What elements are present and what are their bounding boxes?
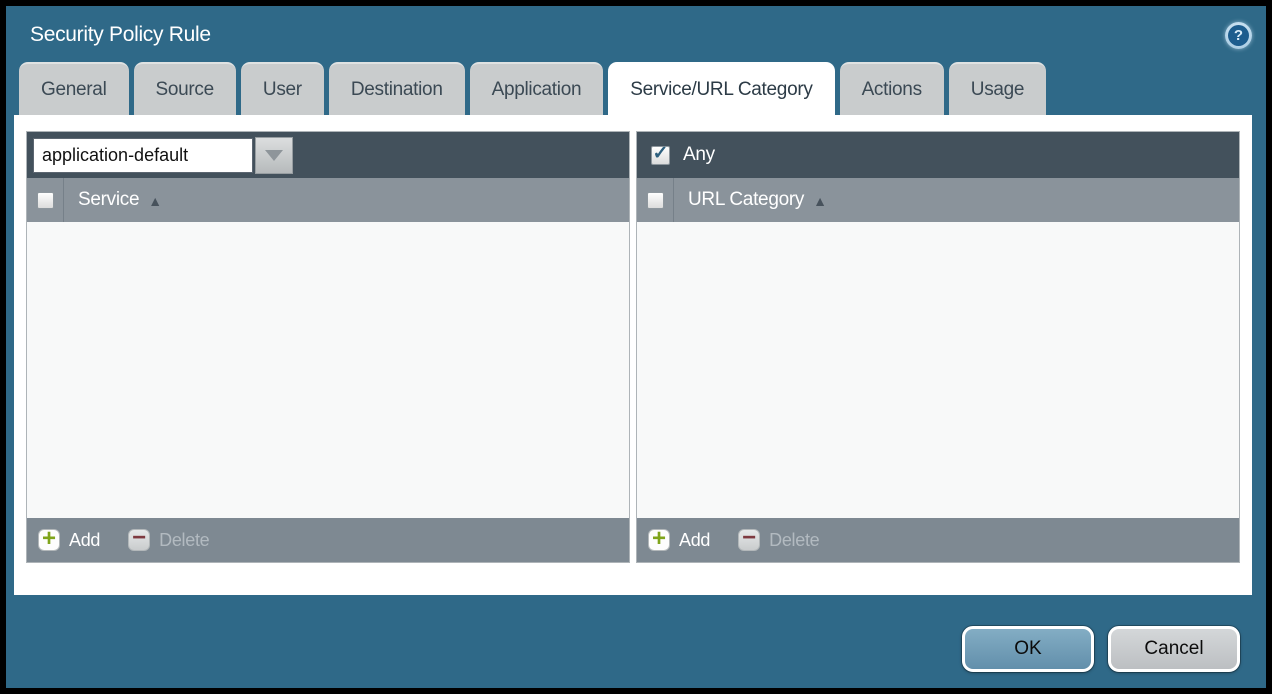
service-select-all-checkbox[interactable] bbox=[37, 192, 54, 209]
help-icon[interactable]: ? bbox=[1225, 22, 1252, 49]
service-delete-button[interactable]: − Delete bbox=[128, 529, 209, 551]
url-category-panel-footer: + Add − Delete bbox=[637, 518, 1239, 562]
any-checkbox-label: Any bbox=[683, 144, 715, 166]
tab-destination[interactable]: Destination bbox=[329, 62, 465, 115]
url-category-column-label: URL Category bbox=[688, 189, 804, 211]
service-table-body[interactable] bbox=[27, 222, 629, 518]
title-bar: Security Policy Rule ? bbox=[6, 6, 1266, 62]
service-add-button[interactable]: + Add bbox=[38, 529, 100, 551]
any-checkbox[interactable]: ✓ bbox=[651, 146, 670, 165]
tab-user[interactable]: User bbox=[241, 62, 324, 115]
url-category-column-header[interactable]: URL Category ▲ bbox=[637, 178, 1239, 222]
url-category-select-all-cell bbox=[637, 178, 674, 222]
plus-icon: + bbox=[648, 529, 670, 551]
tab-usage[interactable]: Usage bbox=[949, 62, 1046, 115]
minus-icon: − bbox=[738, 529, 760, 551]
tab-general[interactable]: General bbox=[19, 62, 129, 115]
tab-source[interactable]: Source bbox=[134, 62, 236, 115]
service-panel-footer: + Add − Delete bbox=[27, 518, 629, 562]
tab-content-area: Service ▲ + Add − Delete bbox=[14, 115, 1252, 595]
service-type-dropdown bbox=[33, 137, 293, 174]
url-category-add-button[interactable]: + Add bbox=[648, 529, 710, 551]
service-column-header[interactable]: Service ▲ bbox=[27, 178, 629, 222]
service-type-dropdown-input[interactable] bbox=[33, 138, 253, 173]
tab-actions[interactable]: Actions bbox=[840, 62, 944, 115]
url-category-delete-button[interactable]: − Delete bbox=[738, 529, 819, 551]
url-category-panel-toolbar: ✓ Any bbox=[637, 132, 1239, 178]
minus-icon: − bbox=[128, 529, 150, 551]
dialog-title: Security Policy Rule bbox=[30, 23, 211, 47]
dialog-footer-buttons: OK Cancel bbox=[962, 626, 1240, 672]
service-select-all-cell bbox=[27, 178, 64, 222]
url-category-table-body[interactable] bbox=[637, 222, 1239, 518]
url-category-select-all-checkbox[interactable] bbox=[647, 192, 664, 209]
service-type-dropdown-button[interactable] bbox=[255, 137, 293, 174]
ok-button[interactable]: OK bbox=[962, 626, 1094, 672]
service-panel-toolbar bbox=[27, 132, 629, 178]
service-column-label: Service bbox=[78, 189, 139, 211]
sort-ascending-icon: ▲ bbox=[148, 193, 162, 209]
sort-ascending-icon: ▲ bbox=[813, 193, 827, 209]
tab-bar: General Source User Destination Applicat… bbox=[6, 62, 1266, 115]
security-policy-rule-dialog: Security Policy Rule ? General Source Us… bbox=[0, 0, 1272, 694]
tab-service-url-category[interactable]: Service/URL Category bbox=[608, 62, 834, 115]
tab-application[interactable]: Application bbox=[470, 62, 604, 115]
chevron-down-icon bbox=[265, 150, 283, 161]
cancel-button[interactable]: Cancel bbox=[1108, 626, 1240, 672]
plus-icon: + bbox=[38, 529, 60, 551]
help-icon-glyph: ? bbox=[1228, 25, 1249, 46]
service-panel: Service ▲ + Add − Delete bbox=[26, 131, 630, 563]
checkmark-icon: ✓ bbox=[653, 142, 669, 165]
url-category-panel: ✓ Any URL Category ▲ + Add bbox=[636, 131, 1240, 563]
